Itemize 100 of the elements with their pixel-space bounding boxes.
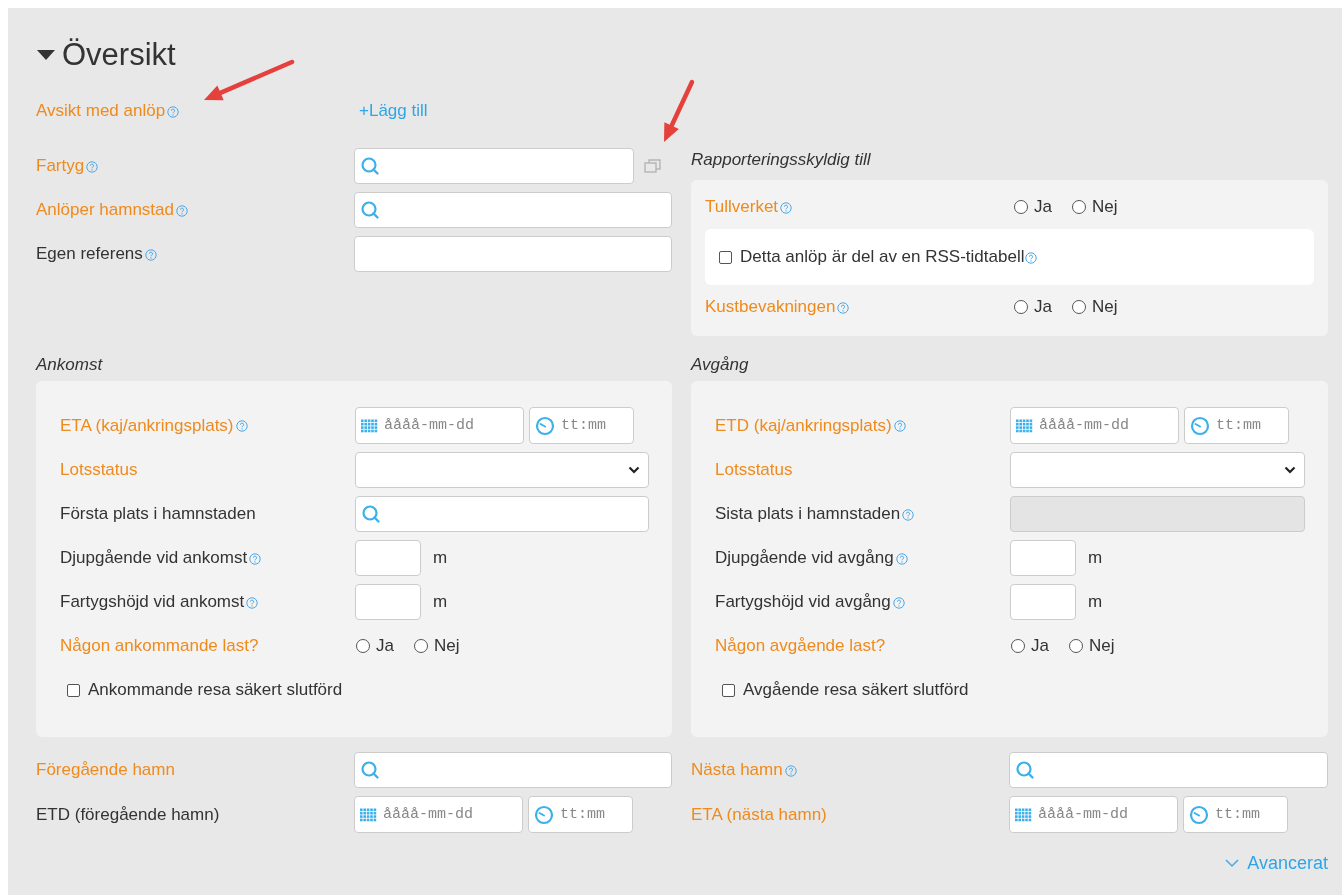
help-icon[interactable] (249, 552, 262, 565)
annotation-arrow (664, 79, 695, 142)
help-icon[interactable] (235, 420, 248, 432)
calendar-icon (360, 807, 377, 822)
radio-button[interactable] (1011, 639, 1025, 653)
radio-button[interactable] (1068, 639, 1083, 653)
section-title: Översikt (62, 37, 176, 73)
field-label: Lotsstatus (715, 460, 793, 480)
date-field[interactable]: åååå-mm-dd (1010, 407, 1179, 444)
date-field[interactable]: åååå-mm-dd (355, 407, 524, 444)
field-label: Lotsstatus (60, 460, 138, 480)
field-label: Kustbevakningen (705, 297, 836, 317)
chevron-icon (1225, 859, 1240, 868)
caret-icon[interactable] (36, 49, 56, 61)
field-label: ETA (nästa hamn) (691, 804, 827, 825)
dropdown[interactable] (1010, 452, 1305, 488)
group-heading: Avgång (691, 354, 750, 376)
radio-button[interactable] (1071, 200, 1086, 214)
unit-label: m (433, 592, 448, 612)
search-field[interactable] (354, 148, 634, 184)
date-field[interactable]: åååå-mm-dd (1009, 796, 1178, 833)
field-label: Tullverket (705, 197, 779, 217)
option-label: Ja (1034, 197, 1052, 217)
group-heading: Ankomst (36, 354, 104, 376)
option-label: Nej (1091, 197, 1118, 217)
option-label: Nej (1088, 636, 1115, 656)
search-icon (361, 504, 381, 524)
help-icon[interactable] (246, 596, 259, 609)
dropdown[interactable] (355, 452, 649, 488)
clock-icon (1189, 804, 1209, 825)
search-icon (1015, 760, 1035, 780)
search-field[interactable] (354, 192, 672, 228)
field-label: Egen referens (36, 244, 143, 264)
number-field[interactable] (1010, 540, 1076, 576)
field-label: ETA (kaj/ankringsplats) (60, 415, 234, 436)
help-icon[interactable] (895, 552, 908, 565)
radio-button[interactable] (1014, 200, 1028, 214)
number-field[interactable] (355, 540, 421, 576)
unit-label: m (1088, 548, 1103, 568)
field-label: Fartygshöjd vid ankomst (60, 592, 245, 612)
time-field[interactable]: tt:mm (529, 407, 634, 444)
help-icon[interactable] (893, 420, 906, 432)
option-label: Ja (1031, 636, 1049, 656)
help-icon[interactable] (1025, 251, 1038, 264)
search-icon (360, 156, 380, 176)
radio-button[interactable] (413, 639, 428, 653)
checkbox[interactable] (722, 683, 735, 697)
checkbox-label: Detta anlöp är del av en RSS-tidtabell (740, 247, 1025, 267)
advanced-link[interactable]: Avancerat (1225, 853, 1328, 874)
search-field[interactable] (354, 752, 672, 788)
date-field[interactable]: åååå-mm-dd (354, 796, 523, 833)
field-label: Djupgående vid ankomst (60, 548, 248, 568)
clock-icon (534, 804, 554, 825)
help-icon[interactable] (892, 596, 905, 609)
field-label: Någon ankommande last? (60, 636, 259, 656)
field-label: ETD (föregående hamn) (36, 804, 220, 825)
field-label: Någon avgående last? (715, 636, 886, 656)
help-icon[interactable] (784, 764, 797, 777)
checkbox[interactable] (719, 250, 732, 264)
field-label: Anlöper hamnstad (36, 200, 174, 220)
search-field[interactable] (1009, 752, 1328, 788)
calendar-icon (1016, 418, 1033, 433)
time-field[interactable]: tt:mm (528, 796, 633, 833)
field-label: Fartygshöjd vid avgång (715, 592, 891, 612)
field-label: Första plats i hamnstaden (60, 504, 256, 524)
copy-icon[interactable] (644, 158, 662, 174)
option-label: Ja (376, 636, 394, 656)
checkbox-label: Ankommande resa säkert slutförd (88, 680, 343, 700)
field-label: Nästa hamn (691, 760, 783, 780)
add-link[interactable]: +Lägg till (359, 101, 428, 121)
help-icon[interactable] (837, 301, 850, 314)
field-label: Djupgående vid avgång (715, 548, 894, 568)
option-label: Nej (433, 636, 460, 656)
radio-button[interactable] (356, 639, 370, 653)
search-icon (360, 200, 380, 220)
time-field[interactable]: tt:mm (1184, 407, 1289, 444)
checkbox[interactable] (67, 683, 80, 697)
clock-icon (535, 415, 555, 436)
time-field[interactable]: tt:mm (1183, 796, 1288, 833)
clock-icon (1190, 415, 1210, 436)
unit-label: m (433, 548, 448, 568)
number-field[interactable] (355, 584, 421, 620)
text-field[interactable] (354, 236, 672, 272)
radio-button[interactable] (1071, 300, 1086, 314)
search-field[interactable] (355, 496, 649, 532)
field-label: Fartyg (36, 156, 85, 176)
help-icon[interactable] (167, 105, 180, 118)
help-icon[interactable] (176, 204, 188, 217)
help-icon[interactable] (86, 160, 99, 173)
group-heading: Rapporteringsskyldig till (691, 149, 872, 171)
chevron-icon (628, 466, 640, 474)
field-label: ETD (kaj/ankringsplats) (715, 415, 892, 436)
field-label: Sista plats i hamnstaden (715, 504, 901, 524)
help-icon[interactable] (144, 248, 157, 261)
radio-button[interactable] (1014, 300, 1028, 314)
help-icon[interactable] (780, 201, 793, 214)
option-label: Nej (1091, 297, 1118, 317)
number-field[interactable] (1010, 584, 1076, 620)
field-label: Avsikt med anlöp (36, 101, 166, 121)
field-label: Föregående hamn (36, 760, 175, 780)
